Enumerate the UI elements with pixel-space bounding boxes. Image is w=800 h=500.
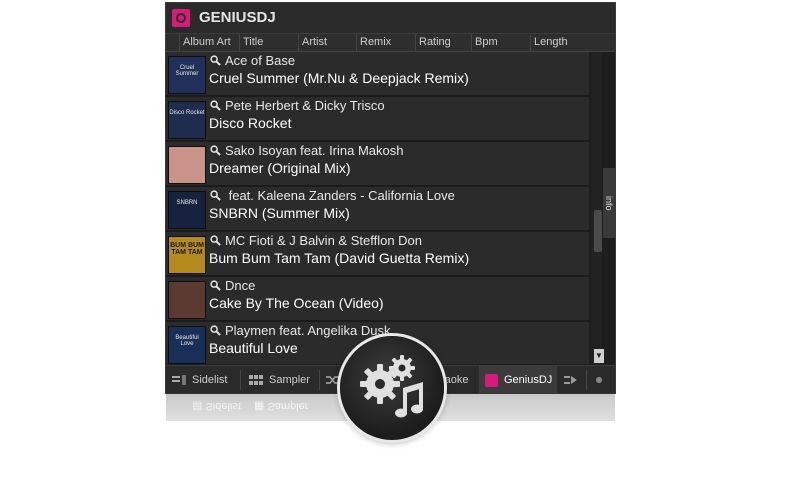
info-tab[interactable]: info (603, 168, 615, 238)
track-title: SNBRN (Summer Mix) (209, 205, 350, 221)
track-title: Cake By The Ocean (Video) (209, 295, 384, 311)
sampler-icon (249, 375, 263, 386)
track-list: Cruel Summer Ace of Base Cruel Summer (M… (166, 52, 591, 364)
search-icon[interactable] (210, 145, 221, 156)
album-art: BUM BUM TAM TAM (168, 236, 206, 274)
tab-sampler[interactable]: Sampler (249, 366, 310, 393)
tab-sidelist-label: Sidelist (192, 374, 228, 386)
col-rating[interactable]: Rating (415, 34, 471, 51)
album-art (168, 281, 206, 319)
album-art: Cruel Summer (168, 56, 206, 94)
col-album-art-label: Album Art (183, 36, 231, 48)
album-art: SNBRN (168, 191, 206, 229)
track-artist: Sako Isoyan feat. Irina Makosh (225, 143, 404, 158)
gears-music-icon (340, 336, 444, 440)
shuffle-icon (326, 376, 339, 384)
status-dot[interactable] (596, 366, 602, 393)
search-icon[interactable] (210, 280, 221, 291)
track-artist: Pete Herbert & Dicky Trisco (225, 98, 385, 113)
dot-icon (596, 377, 602, 384)
title-bar: GENIUSDJ (166, 3, 615, 34)
track-title: Bum Bum Tam Tam (David Guetta Remix) (209, 250, 470, 266)
app-title: GENIUSDJ (199, 9, 276, 26)
track-row[interactable]: BUM BUM TAM TAM MC Fioti & J Balvin & St… (166, 232, 589, 277)
col-bpm[interactable]: Bpm (471, 34, 530, 51)
geniusdj-icon (172, 9, 190, 27)
track-title: Beautiful Love (209, 340, 298, 356)
column-header: Album Art ▼ Title Artist Remix Rating Bp… (166, 34, 615, 78)
tab-geniusdj-label: GeniusDJ (504, 374, 553, 386)
col-title[interactable]: Title (239, 34, 298, 51)
album-art-text: Disco Rocket (169, 110, 205, 116)
track-row[interactable]: Dnce Cake By The Ocean (Video) (166, 277, 589, 322)
col-length[interactable]: Length (530, 34, 591, 51)
scrollbar-thumb[interactable] (594, 210, 602, 252)
tab-more[interactable] (564, 366, 584, 393)
search-icon[interactable] (210, 100, 221, 111)
search-icon[interactable] (210, 325, 221, 336)
track-artist: MC Fioti & J Balvin & Stefflon Don (225, 233, 423, 248)
browser-panel: GENIUSDJ Album Art ▼ Title Artist Remix … (166, 3, 615, 393)
tab-karaoke[interactable]: raoke (441, 366, 469, 393)
tab-divider (319, 370, 320, 390)
tab-karaoke-label: raoke (441, 374, 469, 386)
track-artist: feat. Kaleena Zanders - California Love (225, 188, 455, 203)
tab-divider (586, 370, 587, 390)
scroll-down-arrow-icon[interactable]: ▼ (594, 349, 604, 363)
track-title: Disco Rocket (209, 115, 292, 131)
search-icon[interactable] (210, 235, 221, 246)
album-art-text: BUM BUM TAM TAM (170, 242, 204, 256)
tab-geniusdj[interactable]: GeniusDJ (479, 366, 557, 393)
sidelist-icon (172, 375, 186, 386)
album-art: Beautiful Love (168, 326, 206, 364)
col-artist[interactable]: Artist (298, 34, 356, 51)
geniusdj-tab-icon (485, 373, 498, 387)
arrow-right-icon (564, 376, 577, 385)
album-art-text: Beautiful Love (175, 335, 199, 347)
tab-divider (240, 370, 241, 390)
track-row[interactable]: SNBRN feat. Kaleena Zanders - California… (166, 187, 589, 232)
track-artist: Dnce (225, 278, 256, 293)
track-row[interactable]: Cruel Summer Ace of Base Cruel Summer (M… (166, 52, 589, 97)
tab-sidelist[interactable]: Sidelist (172, 366, 227, 393)
album-art-text: SNBRN (176, 200, 198, 206)
track-title: Dreamer (Original Mix) (209, 160, 351, 176)
track-row[interactable]: Disco Rocket Pete Herbert & Dicky Trisco… (166, 97, 589, 142)
album-art-text: Cruel Summer (175, 65, 199, 77)
album-art (168, 146, 206, 184)
search-icon[interactable] (210, 190, 221, 201)
search-icon[interactable] (210, 55, 221, 66)
list-scrollbar[interactable] (592, 52, 602, 364)
track-title: Cruel Summer (Mr.Nu & Deepjack Remix) (209, 70, 469, 86)
tab-sampler-label: Sampler (269, 374, 310, 386)
album-art: Disco Rocket (168, 101, 206, 139)
gears-music-glyph (360, 355, 423, 418)
track-row[interactable]: Sako Isoyan feat. Irina Makosh Dreamer (… (166, 142, 589, 187)
col-album-art[interactable]: Album Art ▼ (179, 34, 239, 64)
col-remix[interactable]: Remix (356, 34, 415, 51)
track-artist: Ace of Base (225, 53, 296, 68)
